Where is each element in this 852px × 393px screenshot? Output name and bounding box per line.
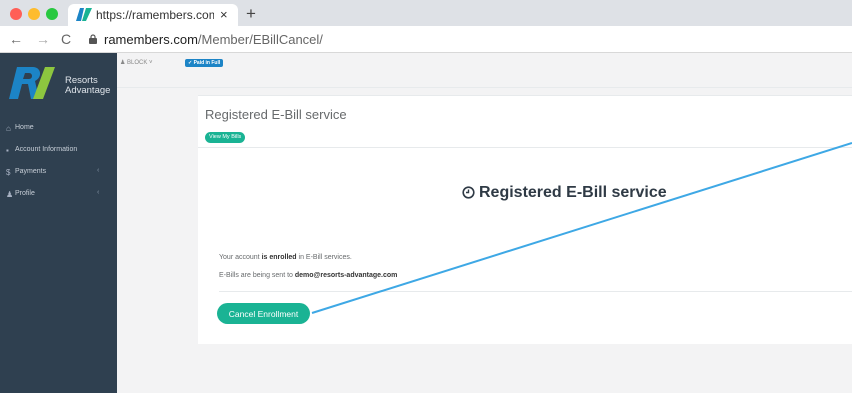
divider (219, 291, 852, 292)
maximize-window-button[interactable] (46, 8, 58, 20)
back-arrow-icon[interactable]: ← (9, 31, 23, 47)
browser-tab-bar: https://ramembers.com/Memb × + (0, 0, 852, 26)
url-field[interactable]: ramembers.com/Member/EBillCancel/ (104, 32, 323, 47)
logo-text: Resorts Advantage (65, 76, 110, 96)
line2-prefix: E-Bills are being sent to (219, 272, 295, 279)
e-bill-panel: Registered E-Bill service View My Bills … (198, 95, 852, 344)
line1-prefix: Your account (219, 254, 262, 261)
paid-badge-label: Paid in Full (193, 60, 221, 66)
line1-bold: is enrolled (261, 254, 297, 261)
url-path: /Member/EBillCancel/ (197, 32, 323, 47)
chevron-left-icon: ‹ (97, 167, 100, 174)
status-badge: ✓ Paid in Full (185, 59, 224, 67)
sidebar-item-account-information[interactable]: ▪ Account Information (0, 141, 117, 163)
chevron-left-icon: ‹ (97, 189, 100, 196)
top-bar: ♟ BLOCK ˅ ✓ Paid in Full (117, 53, 852, 88)
tab-close-icon[interactable]: × (220, 7, 228, 22)
view-my-bills-button[interactable]: View My Bills (205, 132, 246, 143)
sidebar-item-label: Account Information (15, 146, 78, 153)
sidebar-item-label: Profile (15, 190, 35, 197)
reload-icon[interactable]: C (61, 31, 71, 47)
panel-title: Registered E-Bill service (205, 107, 347, 122)
ebill-recipient-text: E-Bills are being sent to demo@resorts-a… (219, 272, 397, 279)
resorts-advantage-logo[interactable]: Resorts Advantage (9, 63, 110, 99)
cancel-enrollment-button[interactable]: Cancel Enrollment (217, 303, 310, 324)
clock-icon (462, 186, 475, 199)
tab-title: https://ramembers.com/Memb (96, 8, 214, 22)
sidebar-item-label: Payments (15, 168, 47, 175)
url-domain: ramembers.com (104, 32, 198, 47)
enrollment-status-text: Your account is enrolled in E-Bill servi… (219, 254, 352, 261)
logo-line2: Advantage (65, 85, 111, 96)
sidebar-item-home[interactable]: ⌂ Home (0, 119, 117, 141)
ra-favicon-icon (76, 8, 92, 21)
recipient-email: demo@resorts-advantage.com (294, 272, 398, 279)
dollar-icon: $ (6, 168, 11, 177)
address-bar: ← → C ramembers.com/Member/EBillCancel/ (0, 26, 852, 53)
sidebar: Resorts Advantage ⌂ Home ▪ Account Infor… (0, 53, 117, 393)
line1-suffix: in E-Bill services. (296, 254, 352, 261)
sidebar-item-label: Home (15, 124, 34, 131)
sidebar-item-payments[interactable]: $ Payments ‹ (0, 163, 117, 185)
user-name: BLOCK ˅ (127, 60, 153, 66)
close-window-button[interactable] (10, 8, 22, 20)
heading-text: Registered E-Bill service (479, 184, 667, 201)
new-tab-button[interactable]: + (246, 4, 256, 24)
minimize-window-button[interactable] (28, 8, 40, 20)
id-card-icon: ▪ (6, 146, 9, 155)
user-icon: ♟ (6, 190, 14, 199)
home-icon: ⌂ (6, 124, 11, 133)
user-dropdown[interactable]: ♟ BLOCK ˅ (120, 59, 153, 66)
ra-logo-icon (9, 67, 55, 99)
user-icon: ♟ (120, 60, 128, 66)
forward-arrow-icon[interactable]: → (36, 31, 50, 47)
lock-icon (89, 34, 97, 44)
sidebar-item-profile[interactable]: ♟ Profile ‹ (0, 185, 117, 207)
page-heading: Registered E-Bill service (462, 184, 667, 202)
divider (198, 147, 852, 148)
browser-tab[interactable]: https://ramembers.com/Memb × (68, 4, 238, 26)
